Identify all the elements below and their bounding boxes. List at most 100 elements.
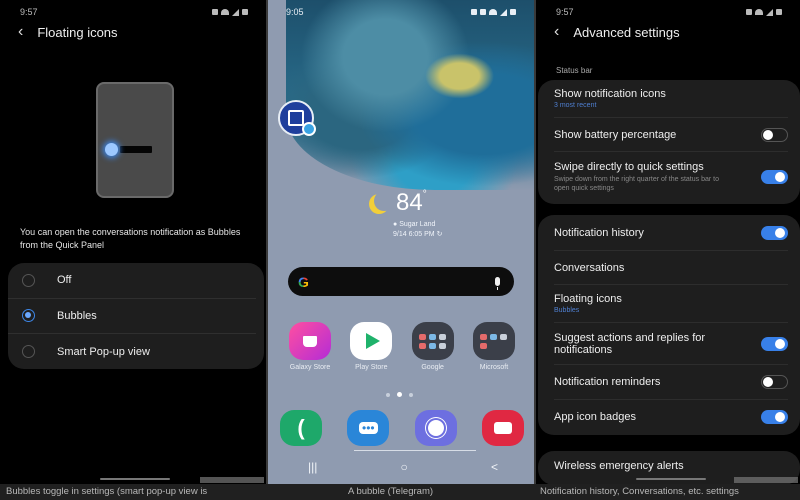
setting-subtitle: Swipe down from the right quarter of the… [554,176,719,192]
setting-title: Wireless emergency alerts [554,460,684,472]
setting-app-icon-badges[interactable]: App icon badges [554,400,788,434]
refresh-icon[interactable]: ↻ [437,231,443,238]
setting-notification-history[interactable]: Notification history [554,215,788,251]
google-logo-icon: G [298,273,309,290]
setting-title: Show notification icons [554,88,666,100]
screenshot-collage: 9:57 ‹ Floating icons You can open the c… [0,0,800,500]
option-label: Off [57,274,72,287]
app-grid: Galaxy Store Play Store Google Microsoft [280,322,524,371]
back-button[interactable]: < [491,460,498,474]
setting-title: Notification reminders [554,376,661,388]
setting-show-battery-percentage[interactable]: Show battery percentage [554,118,788,152]
app-microsoft-folder[interactable]: Microsoft [464,322,524,371]
page-dot[interactable] [386,392,390,397]
suggest-actions-toggle[interactable] [761,336,788,351]
setting-title: Swipe directly to quick settings [554,161,704,173]
radio-button[interactable] [22,345,35,359]
telegram-bubble[interactable] [278,100,316,136]
notification-reminders-toggle[interactable] [761,375,788,389]
camera-icon[interactable] [481,410,524,446]
setting-notification-reminders[interactable]: Notification reminders [554,365,788,400]
navigation-bar: ||| ○ < [308,460,498,474]
internet-icon[interactable] [414,410,457,446]
app-header: ‹ Floating icons [18,24,118,40]
status-bar: 9:05 [286,6,516,18]
watermark [200,477,264,483]
home-screen: 9:05 84° ● Sugar Land 9/14 6:05 PM ↻ G G… [268,0,534,484]
status-time: 9:57 [20,7,38,17]
setting-title: Conversations [554,261,625,274]
setting-swipe-quick-settings[interactable]: Swipe directly to quick settings Swipe d… [554,152,788,202]
app-label: Google [421,364,444,371]
weather-location: ● Sugar Land 9/14 6:05 PM ↻ [393,221,443,238]
app-header: ‹ Advanced settings [554,24,680,40]
chat-avatar-icon [288,110,304,126]
setting-floating-icons[interactable]: Floating icons Bubbles [554,285,788,323]
notification-icon [746,9,752,15]
play-store-icon [350,322,393,360]
mic-icon[interactable] [495,277,500,290]
app-label: Galaxy Store [289,364,331,371]
weather-widget[interactable]: 84° [368,189,427,217]
advanced-settings-screen: 9:57 ‹ Advanced settings Status bar Show… [534,0,800,484]
page-dot[interactable] [409,392,413,397]
app-play-store[interactable]: Play Store [341,322,401,371]
floating-icon-options: Off Bubbles Smart Pop-up view [8,263,264,369]
section-label-status-bar: Status bar [556,66,593,75]
option-label: Bubbles [57,309,97,322]
illustration-bar [120,146,152,153]
messages-icon[interactable] [347,410,390,446]
setting-suggest-actions[interactable]: Suggest actions and replies for notifica… [554,323,788,365]
caption-left: Bubbles toggle in settings (smart pop-up… [6,486,208,497]
back-icon[interactable]: ‹ [554,24,559,40]
option-off[interactable]: Off [8,263,256,299]
status-icons [471,8,516,16]
app-galaxy-store[interactable]: Galaxy Store [280,322,340,371]
phone-icon[interactable] [280,410,322,446]
google-folder-icon [411,322,454,360]
radio-button[interactable] [22,273,35,287]
option-bubbles[interactable]: Bubbles [8,299,256,334]
temperature: 84° [396,189,427,216]
setting-conversations[interactable]: Conversations [554,251,788,285]
battery-icon [242,9,248,15]
google-search-bar[interactable]: G [288,267,514,296]
status-icons [746,8,782,16]
page-dot-active[interactable] [397,392,402,397]
notification-icon [212,9,218,15]
swipe-quick-settings-toggle[interactable] [761,170,788,184]
wifi-icon [755,9,763,15]
option-smart-popup[interactable]: Smart Pop-up view [8,334,256,370]
home-button[interactable]: ○ [401,460,408,474]
battery-icon [776,9,782,15]
wallpaper [286,0,534,190]
option-label: Smart Pop-up view [57,345,150,358]
location-pin-icon: ● [393,221,398,228]
app-label: Microsoft [479,364,509,371]
battery-percentage-toggle[interactable] [761,127,788,142]
floating-icon-illustration [96,82,174,198]
radio-button-checked[interactable] [22,309,35,323]
status-bar: 9:57 [556,6,782,18]
back-icon[interactable]: ‹ [18,24,23,40]
telegram-icon [302,122,316,136]
page-title: Floating icons [37,24,118,40]
app-label: Play Store [355,364,388,371]
status-time: 9:57 [556,7,574,17]
galaxy-store-icon [289,322,331,360]
recents-button[interactable]: ||| [308,460,317,474]
notification-history-toggle[interactable] [761,225,788,240]
app-google-folder[interactable]: Google [403,322,463,371]
setting-title: Floating icons [554,293,622,305]
wifi-icon [489,9,497,15]
dock-divider [354,450,476,451]
home-indicator [100,478,170,480]
signal-icon [766,8,773,16]
dock [280,410,524,446]
setting-title: Show battery percentage [554,128,677,141]
setting-show-notification-icons[interactable]: Show notification icons 3 most recent [554,80,788,118]
watermark [734,477,798,483]
app-icon-badges-toggle[interactable] [761,410,788,424]
signal-icon [232,8,239,16]
status-time: 9:05 [286,7,304,17]
